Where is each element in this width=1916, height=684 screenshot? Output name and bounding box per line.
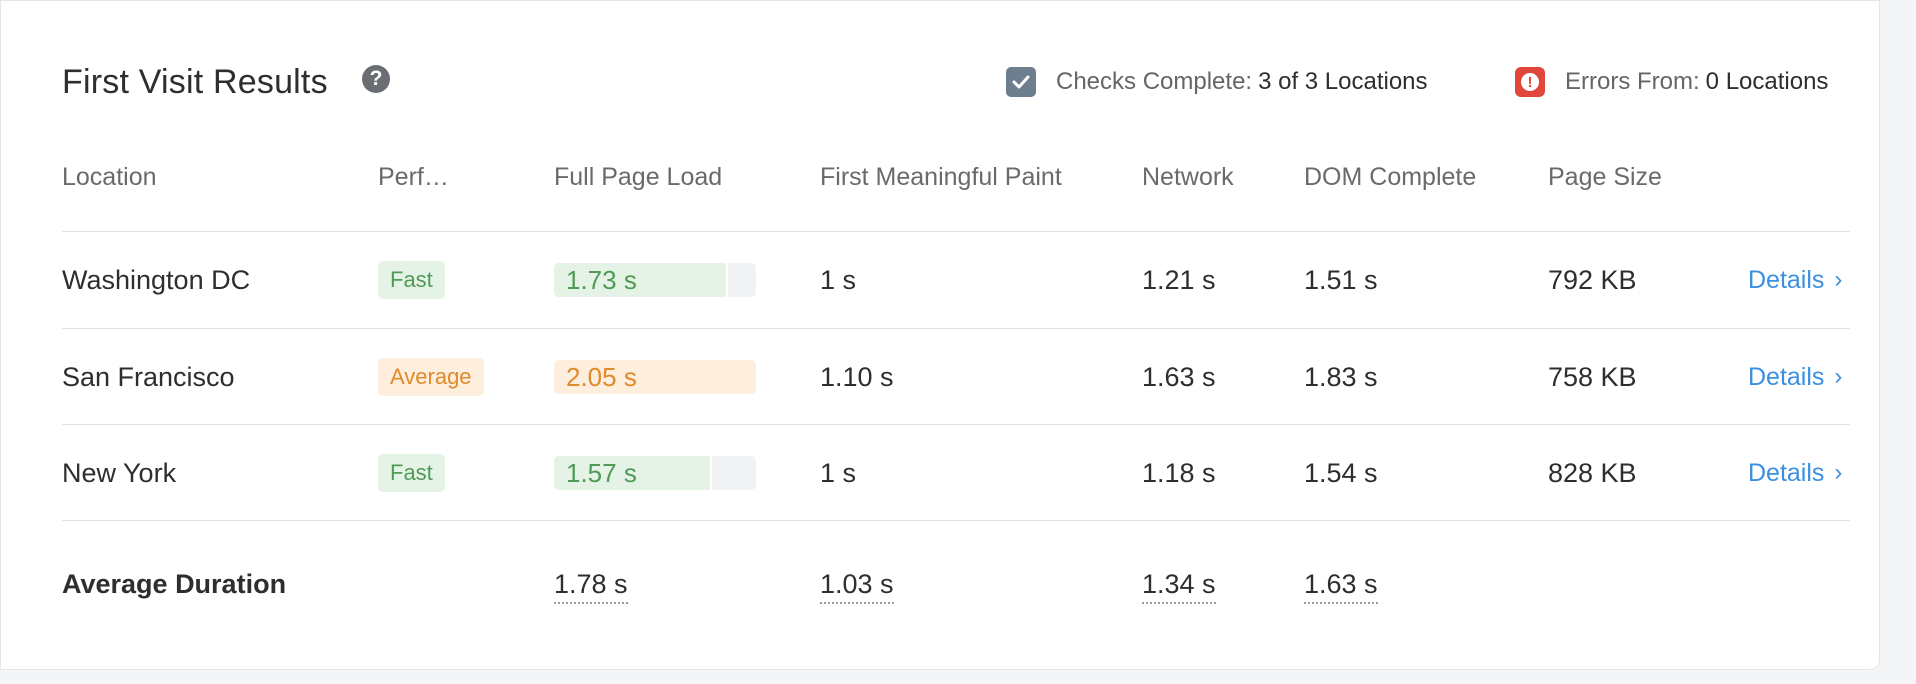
checkbox-checked-icon [1006,67,1036,97]
dom-complete-cell: 1.54 s [1304,457,1378,488]
details-link[interactable]: Details › [1748,232,1842,328]
page-size-cell: 792 KB [1548,264,1637,295]
chevron-right-icon: › [1834,363,1843,390]
column-header-performance[interactable]: Perf… [378,163,449,192]
chevron-right-icon: › [1834,459,1843,486]
average-dom-complete[interactable]: 1.63 s [1304,569,1378,604]
details-label: Details [1748,458,1825,487]
errors-from-label: Errors From: [1565,68,1700,95]
network-cell: 1.63 s [1142,361,1216,392]
load-time-bar: 1.57 s [554,456,756,490]
load-time-value: 2.05 s [566,362,637,392]
first-visit-results-card: First Visit Results ? Checks Complete: 3… [0,0,1880,670]
table-row: Washington DC Fast 1.73 s 1 s 1.21 s 1.5… [1,232,1879,328]
perf-cell: Fast [378,232,445,328]
location-cell: Washington DC [62,264,251,295]
fmp-cell: 1 s [820,457,857,488]
checks-complete-status: Checks Complete: 3 of 3 Locations [1006,67,1428,97]
average-duration-label: Average Duration [62,569,287,599]
column-header-dom-complete[interactable]: DOM Complete [1304,163,1476,192]
column-header-full-page-load[interactable]: Full Page Load [554,163,722,192]
perf-cell: Average [378,329,484,425]
details-link[interactable]: Details › [1748,425,1842,521]
dom-complete-cell: 1.83 s [1304,361,1378,392]
row-divider [62,520,1850,521]
average-full-page-load[interactable]: 1.78 s [554,569,628,604]
table-row: New York Fast 1.57 s 1 s 1.18 s 1.54 s 8… [1,425,1879,521]
table-row: San Francisco Average 2.05 s 1.10 s 1.63… [1,329,1879,425]
fmp-cell: 1.10 s [820,361,894,392]
full-page-load-cell: 2.05 s [554,329,756,425]
results-header: First Visit Results ? Checks Complete: 3… [62,59,1828,103]
location-cell: San Francisco [62,361,235,392]
full-page-load-cell: 1.57 s [554,425,756,521]
dom-complete-cell: 1.51 s [1304,264,1378,295]
average-network[interactable]: 1.34 s [1142,569,1216,604]
details-label: Details [1748,265,1825,294]
errors-from-value: 0 Locations [1705,68,1829,95]
perf-cell: Fast [378,425,445,521]
performance-badge: Fast [378,454,445,492]
column-header-first-meaningful-paint[interactable]: First Meaningful Paint [820,163,1062,192]
average-first-meaningful-paint[interactable]: 1.03 s [820,569,894,604]
details-link[interactable]: Details › [1748,329,1842,425]
network-cell: 1.18 s [1142,457,1216,488]
question-circle-icon[interactable]: ? [362,65,390,93]
page-size-cell: 758 KB [1548,361,1637,392]
checks-complete-value: 3 of 3 Locations [1258,68,1428,95]
location-cell: New York [62,457,177,488]
column-header-page-size[interactable]: Page Size [1548,163,1662,192]
fmp-cell: 1 s [820,264,857,295]
network-cell: 1.21 s [1142,264,1216,295]
page-size-cell: 828 KB [1548,457,1637,488]
load-time-value: 1.73 s [566,265,637,295]
load-time-value: 1.57 s [566,458,637,488]
errors-from-status: ! Errors From: 0 Locations [1515,67,1828,97]
column-header-network[interactable]: Network [1142,163,1234,192]
column-header-location[interactable]: Location [62,163,157,192]
load-time-bar: 1.73 s [554,263,756,297]
page-title: First Visit Results [62,63,328,101]
error-alert-icon: ! [1515,67,1545,97]
full-page-load-cell: 1.73 s [554,232,756,328]
details-label: Details [1748,362,1825,391]
checks-complete-label: Checks Complete: [1056,68,1253,95]
performance-badge: Fast [378,261,445,299]
load-time-bar: 2.05 s [554,360,756,394]
performance-badge: Average [378,358,484,396]
chevron-right-icon: › [1834,266,1843,293]
